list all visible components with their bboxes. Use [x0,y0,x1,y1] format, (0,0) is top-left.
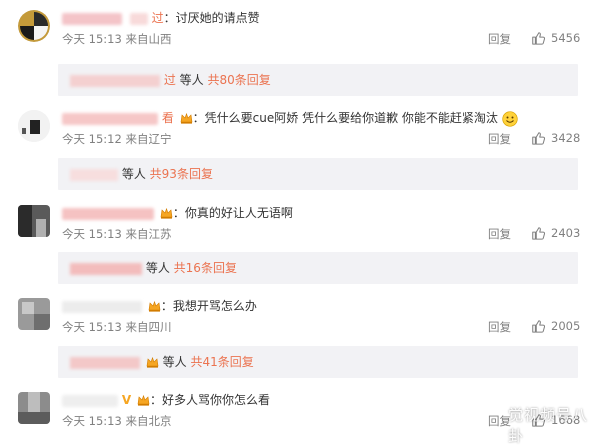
vip-crown-icon [160,208,173,219]
vip-crown-icon [146,357,159,368]
vip-crown-icon [180,113,193,124]
reply-button[interactable]: 回复 [488,32,511,46]
like-button[interactable]: 3428 [531,130,580,146]
sub-replies[interactable]: 等人 共41条回复 [58,346,578,378]
avatar[interactable] [18,298,50,330]
like-count: 2403 [551,226,581,240]
reply-button[interactable]: 回复 [488,320,511,334]
thumbs-up-icon [532,132,545,145]
sub-replies[interactable]: 等人 共16条回复 [58,252,578,284]
vip-crown-icon [148,301,161,312]
avatar[interactable] [18,392,50,424]
reply-button[interactable]: 回复 [488,227,511,241]
comment-author[interactable]: 看 ：凭什么要cue阿娇 凭什么要给你道歉 你能不能赶紧淘汰 [62,110,518,127]
comment-meta: 今天 15:13 来自四川 [62,320,172,334]
view-replies-link[interactable]: 共93条回复 [150,167,213,181]
blurred-name [62,12,122,25]
comment-item: 看 ：凭什么要cue阿娇 凭什么要给你道歉 你能不能赶紧淘汰 今天 15:12 … [0,110,600,162]
sub-replies[interactable]: 等人 共93条回复 [58,158,578,190]
thumbs-up-icon [532,32,545,45]
view-replies-link[interactable]: 共16条回复 [174,261,237,275]
watermark: 觉视频号八卦 [508,406,589,445]
sub-replies[interactable]: 过 等人 共80条回复 [58,64,578,96]
like-button[interactable]: 5456 [531,30,580,46]
like-button[interactable]: 2403 [531,225,580,241]
comment-item: ：你真的好让人无语啊 今天 15:13 来自江苏 回复 2403 [0,205,600,257]
comment-item: ：我想开骂怎么办 今天 15:13 来自四川 回复 2005 [0,298,600,350]
reply-button[interactable]: 回复 [488,132,511,146]
avatar[interactable] [18,10,50,42]
thumbs-up-icon [532,320,545,333]
comment-meta: 今天 15:13 来自江苏 [62,227,172,241]
smile-emoji-icon [502,110,518,127]
comment-text: ：我想开骂怎么办 [160,299,257,313]
avatar[interactable] [18,110,50,142]
comment-item: 过：讨厌她的请点赞 今天 15:13 来自山西 回复 5456 [0,10,600,62]
like-button[interactable]: 2005 [531,318,580,334]
comment-text: ：讨厌她的请点赞 [163,11,260,25]
comment-meta: 今天 15:13 来自北京 [62,414,172,428]
vip-crown-icon [137,395,150,406]
thumbs-up-icon [532,227,545,240]
comment-text: ：凭什么要cue阿娇 凭什么要给你道歉 你能不能赶紧淘汰 [192,111,498,125]
comment-author[interactable]: ：你真的好让人无语啊 [62,205,293,221]
comment-author[interactable]: 过：讨厌她的请点赞 [62,10,260,26]
view-replies-link[interactable]: 共41条回复 [191,355,254,369]
avatar[interactable] [18,205,50,237]
comment-text: ：好多人骂你你怎么看 [149,393,270,407]
comment-text: ：你真的好让人无语啊 [172,206,293,220]
comment-author[interactable]: V ：好多人骂你你怎么看 [62,392,270,408]
comment-meta: 今天 15:13 来自山西 [62,32,172,46]
comment-meta: 今天 15:12 来自辽宁 [62,132,172,146]
like-count: 5456 [551,31,581,45]
like-count: 2005 [551,319,581,333]
view-replies-link[interactable]: 共80条回复 [208,73,271,87]
like-count: 3428 [551,131,581,145]
comment-author[interactable]: ：我想开骂怎么办 [62,298,257,314]
